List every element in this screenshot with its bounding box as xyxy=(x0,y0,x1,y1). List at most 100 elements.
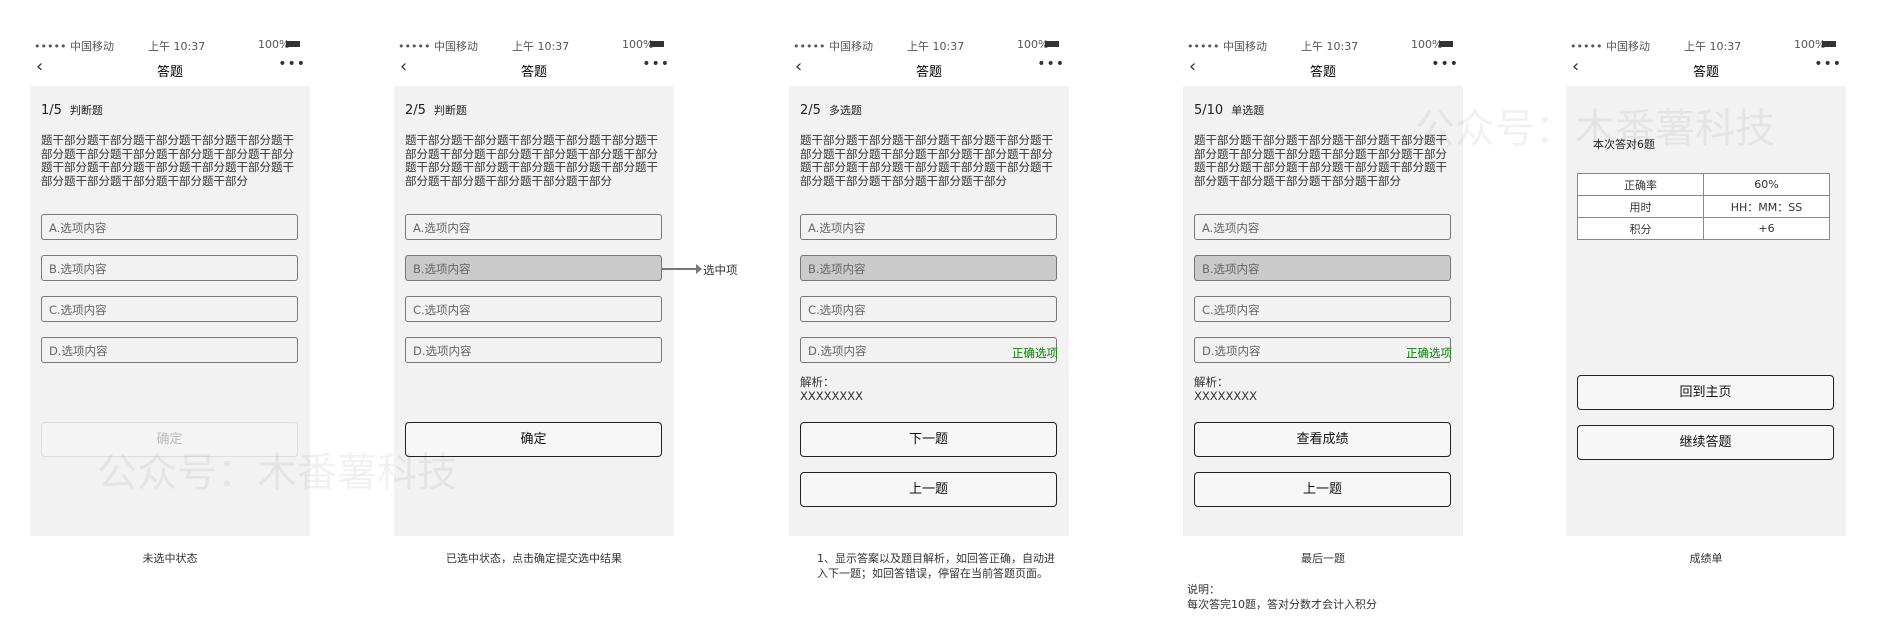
screen-caption: 1、显示答案以及题目解析，如回答正确，自动进入下一题；如回答错误，停留在当前答题… xyxy=(817,552,1055,580)
note-title: 说明： xyxy=(1187,583,1220,596)
result-value: HH：MM：SS xyxy=(1703,195,1830,218)
carrier-signal: ••••• 中国移动 xyxy=(1187,40,1267,53)
question-progress: 1/5 xyxy=(41,103,62,118)
question-progress: 5/10 xyxy=(1194,103,1224,118)
option-label: A.选项内容 xyxy=(808,221,866,235)
content-panel: 2/5 多选题题干部分题干部分题干部分题干部分题干部分题干部分题干部分题干部分题干… xyxy=(789,86,1069,536)
option-d[interactable]: D.选项内容 正确选项 xyxy=(800,337,1058,363)
option-c[interactable]: C.选项内容 xyxy=(41,296,298,322)
option-label: C.选项内容 xyxy=(808,303,866,317)
page-title: 答题 xyxy=(915,65,942,80)
page-title: 答题 xyxy=(1692,65,1719,80)
option-label: C.选项内容 xyxy=(413,303,471,317)
more-icon[interactable]: ••• xyxy=(278,56,306,72)
note: 说明： 每次答完10题，答对分数才会计入积分 xyxy=(1187,582,1377,612)
option-b[interactable]: B.选项内容 xyxy=(1194,255,1451,281)
screen-caption: 已选中状态，点击确定提交选中结果 xyxy=(446,552,622,565)
option-label: C.选项内容 xyxy=(1202,303,1260,317)
option-label: C.选项内容 xyxy=(49,303,107,317)
continue-button[interactable]: 继续答题 xyxy=(1577,425,1834,460)
option-c[interactable]: C.选项内容 xyxy=(800,296,1057,322)
carrier-signal: ••••• 中国移动 xyxy=(1570,40,1650,53)
status-bar: ••••• 中国移动 上午 10:37 100% xyxy=(394,38,674,53)
question-progress: 2/5 xyxy=(405,103,426,118)
action-button-0[interactable]: 确定 xyxy=(405,422,662,457)
option-c[interactable]: C.选项内容 xyxy=(1194,296,1451,322)
content-panel: 5/10 单选题 题干部分题干部分题干部分题干部分题干部分题干部分题干部分题干部分题… xyxy=(1183,86,1463,536)
page-title: 答题 xyxy=(156,65,183,80)
annotation-selected-label: 选中项 xyxy=(703,263,738,277)
option-a[interactable]: A.选项内容 xyxy=(1194,214,1451,240)
battery-percent: 100% xyxy=(622,38,654,51)
content-panel: 1/5 判断题题干部分题干部分题干部分题干部分题干部分题干部分题干部分题干部分题干… xyxy=(30,86,310,536)
option-a[interactable]: A.选项内容 xyxy=(405,214,662,240)
option-d[interactable]: D.选项内容 xyxy=(405,337,662,363)
result-row: 正确率 60% xyxy=(1577,173,1830,196)
battery-percent: 100% xyxy=(258,38,290,51)
question-type: 单选题 xyxy=(1231,104,1265,117)
option-label: D.选项内容 xyxy=(49,344,108,358)
action-button-1[interactable]: 上一题 xyxy=(800,472,1057,507)
option-a[interactable]: A.选项内容 xyxy=(41,214,298,240)
question-header: 5/10 单选题 xyxy=(1194,102,1264,118)
question-stem: 题干部分题干部分题干部分题干部分题干部分题干部分题干部分题干部分题干部分题干部分… xyxy=(41,133,294,188)
screen-caption: 未选中状态 xyxy=(142,552,198,565)
status-bar: ••••• 中国移动 上午 10:37 100% xyxy=(30,38,310,53)
option-label: A.选项内容 xyxy=(49,221,107,235)
more-icon[interactable]: ••• xyxy=(1037,56,1065,72)
annotation-arrow xyxy=(661,264,702,274)
analysis-label: 解析： xyxy=(800,375,835,389)
status-bar: ••••• 中国移动 上午 10:37 100% xyxy=(1183,38,1463,53)
status-time: 上午 10:37 xyxy=(1684,40,1742,53)
result-label: 积分 xyxy=(1577,217,1704,240)
option-label: D.选项内容 xyxy=(413,344,472,358)
phone-screen-result: ••••• 中国移动 上午 10:37 100% ‹ 答题 ••• 本次答对6题 正确率 60%… xyxy=(1566,0,1846,638)
question-type: 判断题 xyxy=(69,104,103,117)
home-button[interactable]: 回到主页 xyxy=(1577,375,1834,410)
question-progress: 2/5 xyxy=(800,103,821,118)
battery-icon xyxy=(1439,41,1453,47)
question-type: 多选题 xyxy=(828,104,862,117)
carrier-signal: ••••• 中国移动 xyxy=(398,40,478,53)
option-d[interactable]: D.选项内容 xyxy=(41,337,298,363)
question-stem: 题干部分题干部分题干部分题干部分题干部分题干部分题干部分题干部分题干部分题干部分… xyxy=(405,133,658,188)
analysis: 解析： XXXXXXXX xyxy=(800,375,863,403)
action-button-1[interactable]: 上一题 xyxy=(1194,472,1451,507)
status-time: 上午 10:37 xyxy=(148,40,206,53)
result-value: +6 xyxy=(1703,217,1830,240)
option-d[interactable]: D.选项内容 正确选项 xyxy=(1194,337,1452,363)
result-table: 正确率 60% 用时 HH：MM：SS 积分 +6 xyxy=(1577,173,1830,240)
option-c[interactable]: C.选项内容 xyxy=(405,296,662,322)
option-label: B.选项内容 xyxy=(808,262,866,276)
result-label: 用时 xyxy=(1577,195,1704,218)
result-value: 60% xyxy=(1703,173,1830,196)
option-b[interactable]: B.选项内容 xyxy=(405,255,662,281)
carrier-signal: ••••• 中国移动 xyxy=(34,40,114,53)
battery-icon xyxy=(1822,41,1836,47)
nav-bar: ‹ 答题 ••• xyxy=(1566,56,1846,80)
more-icon[interactable]: ••• xyxy=(642,56,670,72)
action-button-0[interactable]: 查看成绩 xyxy=(1194,422,1451,457)
content-panel: 本次答对6题 正确率 60% 用时 HH：MM：SS 积分 +6 回到主页 继续答题 xyxy=(1566,86,1846,536)
action-button-0[interactable]: 下一题 xyxy=(800,422,1057,457)
phone-screen: ••••• 中国移动 上午 10:37 100% ‹ 答题 ••• 2/5 判断题 题干部分题干… xyxy=(394,0,674,638)
phone-screen: ••••• 中国移动 上午 10:37 100% ‹ 答题 ••• 5/10 单选题 题干部分题… xyxy=(1183,0,1463,638)
more-icon[interactable]: ••• xyxy=(1431,56,1459,72)
option-label: B.选项内容 xyxy=(49,262,107,276)
action-button-0: 确定 xyxy=(41,422,298,457)
carrier-signal: ••••• 中国移动 xyxy=(793,40,873,53)
more-icon[interactable]: ••• xyxy=(1814,56,1842,72)
status-time: 上午 10:37 xyxy=(512,40,570,53)
option-b[interactable]: B.选项内容 xyxy=(41,255,298,281)
correct-answer-label: 正确选项 xyxy=(1012,346,1058,360)
battery-icon xyxy=(286,41,300,47)
option-label: D.选项内容 xyxy=(808,344,867,358)
question-stem: 题干部分题干部分题干部分题干部分题干部分题干部分题干部分题干部分题干部分题干部分… xyxy=(800,133,1053,188)
option-a[interactable]: A.选项内容 xyxy=(800,214,1057,240)
nav-bar: ‹ 答题 ••• xyxy=(1183,56,1463,80)
analysis-text: XXXXXXXX xyxy=(800,389,864,403)
phone-screen: ••••• 中国移动 上午 10:37 100% ‹ 答题 ••• 1/5 判断题 题干部分题干… xyxy=(30,0,310,638)
option-b[interactable]: B.选项内容 xyxy=(800,255,1057,281)
battery-icon xyxy=(650,41,664,47)
status-time: 上午 10:37 xyxy=(1301,40,1359,53)
